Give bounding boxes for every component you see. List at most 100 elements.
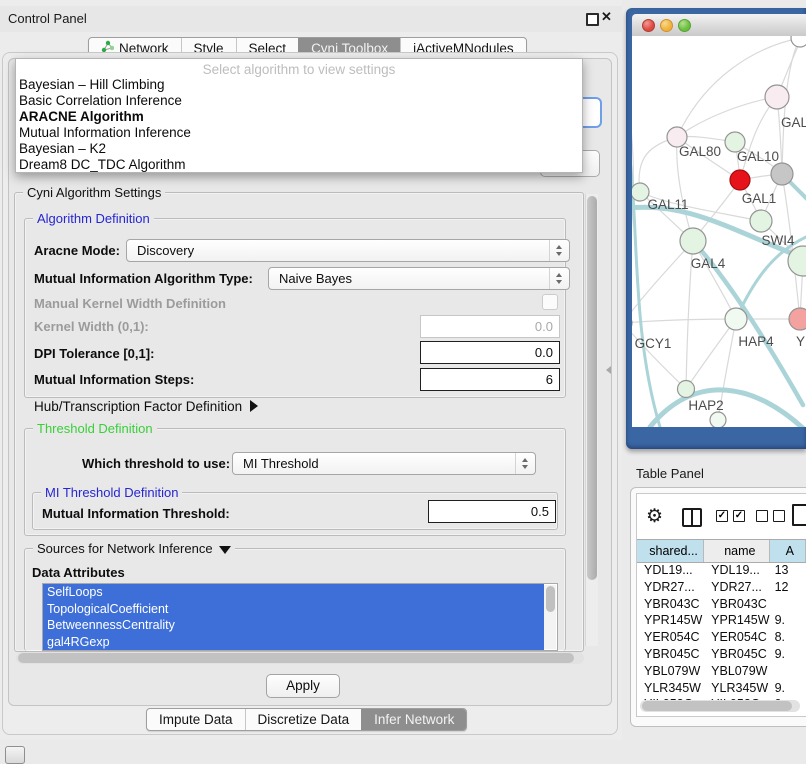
table-cell[interactable] [770,663,806,680]
kernel-width-field[interactable]: 0.0 [420,315,560,338]
table-cell[interactable]: YDR27... [704,579,769,596]
network-edge[interactable] [650,390,806,427]
data-attributes-list[interactable]: SelfLoopsTopologicalCoefficientBetweenne… [42,583,558,651]
algorithm-option[interactable]: Mutual Information Inference [16,125,582,141]
network-node[interactable] [765,85,789,109]
network-node[interactable] [632,183,649,201]
hub-definition-expander[interactable]: Hub/Transcription Factor Definition [34,399,258,414]
window-minimize-icon[interactable] [660,19,673,32]
settings-vertical-scrollbar[interactable] [585,194,598,646]
table-row[interactable]: YBR043CYBR043C [637,596,806,613]
splitter-handle[interactable] [606,366,611,374]
table-settings-gear-icon[interactable]: ⚙ [646,505,663,528]
table-row[interactable]: YER054CYER054C8. [637,629,806,646]
mi-steps-field[interactable]: 6 [420,368,560,391]
table-cell[interactable]: YDL19... [637,562,704,579]
table-cell[interactable]: YBR045C [637,646,704,663]
table-cell[interactable]: YBL079W [704,663,769,680]
table-cell[interactable]: YBR043C [637,596,704,613]
deselect-all-checkbox-icon[interactable] [773,510,785,522]
table-cell[interactable]: YLR345W [637,680,704,697]
table-cell[interactable]: YPR145W [704,612,769,629]
network-node[interactable] [730,170,750,190]
scrollbar-thumb[interactable] [587,196,597,580]
select-all-checkbox-icon[interactable]: ✓ [716,510,728,522]
list-vertical-scrollbar[interactable] [544,585,556,649]
network-edge[interactable] [677,97,777,137]
table-cell[interactable]: YBL079W [637,663,704,680]
network-node[interactable] [750,210,772,232]
algorithm-option[interactable]: Bayesian – K2 [16,141,582,157]
mi-type-combobox[interactable]: Naive Bayes [268,267,570,290]
table-row[interactable]: YBL079WYBL079W [637,663,806,680]
which-threshold-combobox[interactable]: MI Threshold [232,452,536,475]
float-panel-icon[interactable] [586,13,599,26]
table-cell[interactable]: YPR145W [637,612,704,629]
table-row[interactable]: YDL19...YDL19...13 [637,562,806,579]
attribute-list-item[interactable]: SelfLoops [43,584,544,601]
table-row[interactable]: YDR27...YDR27...12 [637,579,806,596]
attribute-list-item[interactable]: BetweennessCentrality [43,617,544,634]
table-horizontal-scrollbar[interactable] [640,700,800,712]
aracne-mode-combobox[interactable]: Discovery [126,239,570,262]
window-zoom-icon[interactable] [678,19,691,32]
algorithm-option[interactable]: ARACNE Algorithm [16,109,582,125]
network-edge[interactable] [686,319,736,389]
tab-impute-data[interactable]: Impute Data [147,709,245,730]
algorithm-dropdown-list[interactable]: Select algorithm to view settings Bayesi… [15,58,583,173]
export-table-icon[interactable] [792,504,806,526]
algorithm-option[interactable]: Basic Correlation Inference [16,93,582,109]
network-edge[interactable] [632,323,686,389]
network-window-titlebar[interactable] [632,14,806,37]
table-cell[interactable]: 9. [770,680,806,697]
table-cell[interactable]: YBR045C [704,646,769,663]
table-cell[interactable]: YER054C [637,629,704,646]
scrollbar-thumb[interactable] [18,653,574,663]
column-header-name[interactable]: name [704,540,769,562]
column-header-shared-name[interactable]: shared... [637,540,704,562]
scrollbar-thumb[interactable] [642,701,792,711]
table-cell[interactable]: 13 [770,562,806,579]
table-cell[interactable]: 9. [770,612,806,629]
network-canvas[interactable]: GALGAL80GAL10GAL1GAL11SWI4GAL4GCY1HAP4YH… [632,36,806,427]
network-node[interactable] [791,36,806,47]
column-header-truncated[interactable]: A [770,540,806,562]
attribute-list-item[interactable]: gal4RGexp [43,634,544,651]
close-icon[interactable]: ✕ [601,9,612,25]
apply-button[interactable]: Apply [266,674,340,698]
show-columns-icon[interactable] [682,508,702,527]
settings-horizontal-scrollbar[interactable] [16,652,584,664]
table-cell[interactable]: YLR345W [704,680,769,697]
table-cell[interactable]: YER054C [704,629,769,646]
network-node[interactable] [680,228,706,254]
table-cell[interactable]: YBR043C [704,596,769,613]
deselect-all-checkbox-icon[interactable] [756,510,768,522]
minimized-panel-icon[interactable] [5,746,25,764]
table-cell[interactable]: 8. [770,629,806,646]
attribute-list-item[interactable]: TopologicalCoefficient [43,601,544,618]
sources-group-title[interactable]: Sources for Network Inference [33,541,235,556]
network-edge[interactable] [632,319,736,323]
network-node[interactable] [725,308,747,330]
tab-discretize-data[interactable]: Discretize Data [245,709,362,730]
table-cell[interactable] [770,596,806,613]
algorithm-option[interactable]: Bayesian – Hill Climbing [16,77,582,93]
network-node[interactable] [710,412,726,427]
table-cell[interactable]: YDL19... [704,562,769,579]
mi-threshold-field[interactable]: 0.5 [428,500,556,523]
table-row[interactable]: YLR345WYLR345W9. [637,680,806,697]
tab-infer-network[interactable]: Infer Network [361,709,466,730]
algorithm-option[interactable]: Dream8 DC_TDC Algorithm [16,157,582,173]
table-cell[interactable]: 12 [770,579,806,596]
table-cell[interactable]: YDR27... [637,579,704,596]
table-row[interactable]: YBR045CYBR045C9. [637,646,806,663]
window-close-icon[interactable] [642,19,655,32]
table-cell[interactable]: 9. [770,646,806,663]
dpi-tolerance-field[interactable]: 0.0 [420,341,560,364]
network-node[interactable] [789,308,806,330]
manual-kernel-checkbox[interactable] [542,294,558,310]
network-node[interactable] [771,163,793,185]
network-edge[interactable] [740,97,777,180]
table-row[interactable]: YPR145WYPR145W9. [637,612,806,629]
select-all-checkbox-icon[interactable]: ✓ [733,510,745,522]
